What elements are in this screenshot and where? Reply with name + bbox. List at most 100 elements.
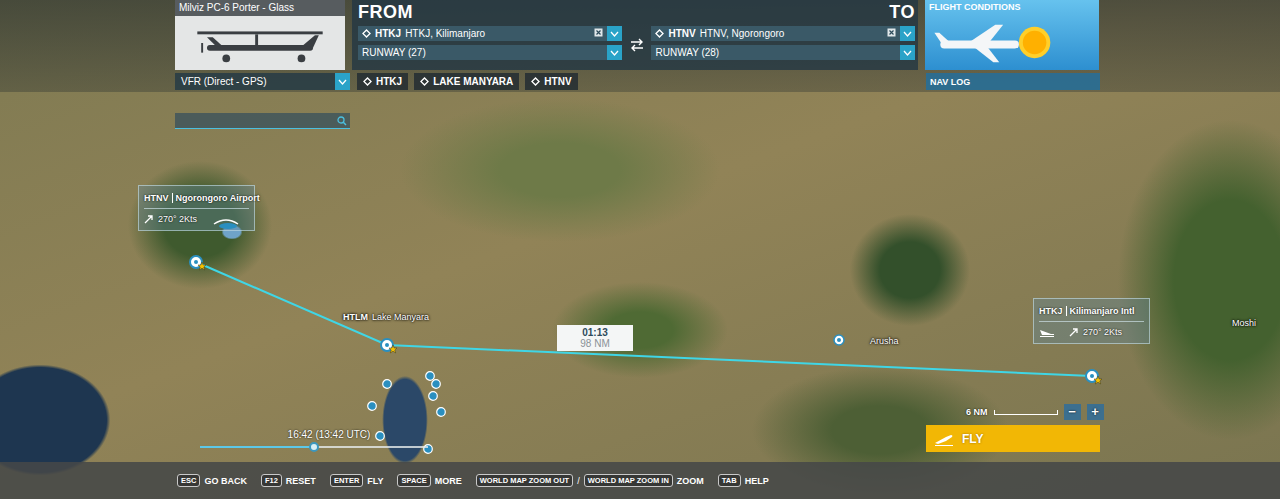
fly-button[interactable]: FLY (926, 425, 1100, 452)
dropdown-button[interactable] (900, 26, 915, 41)
from-airport-field[interactable]: HTKJHTKJ, Kilimanjaro (358, 26, 622, 41)
dropdown-button[interactable] (607, 45, 622, 60)
chevron-icon (903, 50, 912, 56)
airport-code: HTKJ (1039, 306, 1063, 316)
flight-plan-type: VFR (Direct - GPS) (181, 76, 267, 87)
nav-log-label: NAV LOG (930, 77, 970, 87)
airport-code: HTNV (144, 193, 169, 203)
airport-name: Ngorongoro Airport (176, 193, 260, 203)
poi-icon (367, 401, 377, 411)
to-runway: RUNWAY (28) (655, 46, 719, 59)
lake-manyara-marker[interactable] (379, 337, 399, 359)
search-input[interactable] (175, 115, 337, 126)
waypoint-label: HTNV (544, 76, 571, 87)
poi-marker[interactable] (423, 440, 433, 458)
waypoint-icon (362, 29, 371, 38)
waypoint-chip[interactable]: HTNV (525, 73, 577, 90)
chevron-icon (903, 31, 912, 37)
poi-marker[interactable] (428, 387, 438, 405)
to-runway-field[interactable]: RUNWAY (28) (651, 45, 915, 60)
map-scale: 6 NM−+ (966, 404, 1104, 420)
dropdown-button[interactable] (900, 45, 915, 60)
key-hint[interactable]: TABHELP (718, 474, 769, 487)
airport-card[interactable]: HTKJKilimanjaro Intl270° 2Kts (1033, 298, 1150, 344)
poi-icon (382, 379, 392, 389)
ngorongoro-marker[interactable] (188, 254, 208, 276)
to-airport-field[interactable]: HTNV HTNV, Ngorongoro (651, 26, 915, 41)
wind-reading: 270° 2Kts (158, 214, 197, 224)
from-column: FROM HTKJHTKJ, Kilimanjaro RUNWAY (27) (358, 2, 622, 70)
waypoint-icon (420, 77, 429, 86)
poi-marker[interactable] (382, 375, 392, 393)
from-runway-field[interactable]: RUNWAY (27) (358, 45, 622, 60)
city-label: Moshi (1232, 318, 1256, 328)
key-hint[interactable]: F12RESET (261, 474, 316, 487)
airport-name: Lake Manyara (372, 312, 429, 322)
kilimanjaro-marker[interactable] (1084, 368, 1104, 390)
flight-plan-type-dropdown[interactable]: VFR (Direct - GPS) (175, 73, 350, 90)
key-cap: WORLD MAP ZOOM OUT (476, 474, 573, 487)
to-column: TOHTNVHTNV, NgorongoroRUNWAY (28) (651, 2, 915, 70)
from-runway: RUNWAY (27) (362, 46, 426, 59)
search-icon (337, 116, 347, 126)
landing-icon (1039, 327, 1055, 337)
poi-marker[interactable] (436, 403, 446, 421)
city-label: Arusha (870, 336, 899, 346)
waypoint-label: HTKJ (376, 76, 402, 87)
airport-code: HTLM (343, 312, 368, 322)
city-name: Moshi (1232, 318, 1256, 328)
key-hint[interactable]: ESCGO BACK (177, 474, 247, 487)
zoom-out-button[interactable]: − (1064, 404, 1081, 420)
poi-marker[interactable] (375, 427, 385, 445)
key-hint[interactable]: WORLD MAP ZOOM OUT/WORLD MAP ZOOM INZOOM (476, 474, 704, 487)
time-label: 16:42 (13:42 UTC) (258, 429, 371, 440)
airport-title: HTKJ Kilimanjaro Intl (1039, 306, 1144, 316)
waypoint-chip[interactable]: LAKE MANYARA (414, 73, 519, 90)
city-icon (833, 334, 845, 346)
flight-plan-row: VFR (Direct - GPS) HTKJ LAKE MANYARA HTNV NA… (175, 73, 1280, 90)
poi-marker[interactable] (367, 397, 377, 415)
flight-conditions-label: FLIGHT CONDITIONS (925, 0, 1099, 15)
leg-time: 01:13 (582, 327, 608, 338)
weather-icon (925, 15, 1099, 70)
dropdown-button[interactable] (335, 73, 350, 90)
airport-icon (188, 254, 208, 272)
aircraft-card[interactable]: Milviz PC-6 Porter - Glass (175, 0, 345, 70)
wind-icon (144, 214, 154, 224)
clear-button[interactable] (594, 27, 603, 40)
to-airport-name: HTNV, Ngorongoro (700, 27, 785, 40)
arusha-marker[interactable] (833, 332, 845, 350)
flight-conditions-card[interactable]: FLIGHT CONDITIONS (925, 0, 1099, 70)
poi-icon (431, 379, 441, 389)
map-search[interactable] (175, 113, 350, 129)
city-name: Arusha (870, 336, 899, 346)
chevron-icon (610, 31, 619, 37)
dropdown-button[interactable] (607, 26, 622, 41)
airport-icon (379, 337, 399, 355)
clear-button[interactable] (887, 27, 896, 40)
waypoint-chip[interactable]: HTKJ (357, 73, 408, 90)
airport-name: Kilimanjaro Intl (1070, 306, 1135, 316)
time-slider[interactable] (200, 446, 428, 448)
nav-log-button[interactable]: NAV LOG (926, 73, 1100, 90)
swap-button[interactable] (622, 2, 652, 70)
waypoint-icon (655, 29, 664, 38)
lake-icon (212, 216, 240, 230)
to-airport-code: HTNV (668, 27, 695, 40)
from-title: FROM (358, 2, 622, 22)
from-to-panel: FROMHTKJHTKJ, KilimanjaroRUNWAY (27)TOHT… (352, 0, 918, 70)
poi-icon (425, 371, 435, 381)
chevron-icon (338, 79, 347, 85)
from-airport-name: HTKJ, Kilimanjaro (405, 27, 485, 40)
airport-label[interactable]: HTLM Lake Manyara (343, 312, 429, 322)
divider (1039, 321, 1144, 322)
poi-marker[interactable] (431, 375, 441, 393)
waypoint-icon (531, 77, 540, 86)
poi-icon (428, 391, 438, 401)
airport-card[interactable]: HTNVNgorongoro Airport270° 2Kts (138, 185, 255, 231)
time-thumb[interactable] (309, 442, 319, 452)
zoom-in-button[interactable]: + (1087, 404, 1104, 420)
wind-row: 270° 2Kts (144, 214, 249, 224)
key-hint[interactable]: SPACEMORE (397, 474, 461, 487)
key-hint[interactable]: ENTERFLY (330, 474, 384, 487)
